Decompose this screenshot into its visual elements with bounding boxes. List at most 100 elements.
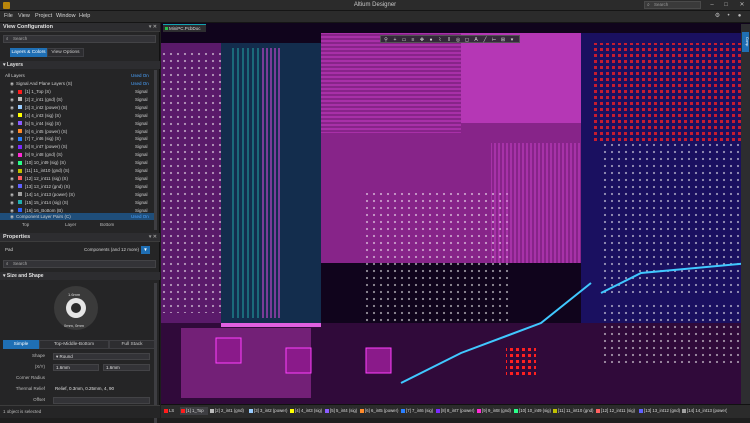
layer-row[interactable]: ◉ [13] 13_int12 (gnd) (S) Signal xyxy=(0,183,157,190)
layer-color-swatch[interactable] xyxy=(18,184,22,189)
layer-color-swatch[interactable] xyxy=(18,144,22,149)
panel-menu-icon[interactable]: ▾ ✕ xyxy=(149,23,157,32)
eye-icon[interactable]: ◉ xyxy=(10,192,14,197)
layer-tab[interactable]: [3] 3_int2 (power) xyxy=(248,407,288,415)
properties-search[interactable]: ⌕ Search xyxy=(3,260,156,268)
gear-icon[interactable]: ⚙ xyxy=(714,13,721,20)
minimize-button[interactable]: – xyxy=(706,0,718,10)
layer-row[interactable]: ◉ [6] 6_int5 (power) (S) Signal xyxy=(0,128,157,135)
bell-icon[interactable]: • xyxy=(725,13,732,20)
layer-row[interactable]: ◉ [8] 8_int7 (power) (S) Signal xyxy=(0,143,157,150)
layer-tab[interactable]: [7] 7_int6 (sig) xyxy=(400,407,434,415)
layer-row[interactable]: ◉ [14] 14_int13 (power) (S) Signal xyxy=(0,191,157,198)
menu-file[interactable]: File xyxy=(4,13,13,19)
panel-menu-icon[interactable]: ▾ ✕ xyxy=(149,233,157,242)
eye-icon[interactable]: ◉ xyxy=(10,208,14,213)
layer-color-swatch[interactable] xyxy=(18,160,22,165)
view-config-search[interactable]: ⌕ Search xyxy=(3,35,156,43)
layer-color-swatch[interactable] xyxy=(18,192,22,197)
eye-icon[interactable]: ◉ xyxy=(10,121,14,126)
close-button[interactable]: ✕ xyxy=(736,0,748,10)
select-icon[interactable]: ▭ xyxy=(401,37,407,43)
layer-tab[interactable]: [5] 5_int4 (sig) xyxy=(324,407,358,415)
all-layers-used[interactable]: Used On xyxy=(131,72,149,79)
properties-scrollbar[interactable] xyxy=(154,283,157,423)
eye-icon[interactable]: ◉ xyxy=(10,214,14,219)
eye-icon[interactable]: ◉ xyxy=(10,176,14,181)
shape-select[interactable]: ▾ Round xyxy=(53,352,150,360)
eye-icon[interactable]: ◉ xyxy=(10,113,14,118)
layer-tab[interactable]: LS xyxy=(163,407,179,415)
pad-icon[interactable]: ● xyxy=(428,37,434,43)
component-pairs-row[interactable]: ◉ Component Layer Pairs (C) Used On xyxy=(0,213,157,220)
layer-color-swatch[interactable] xyxy=(18,121,22,126)
more-icon[interactable]: ▾ xyxy=(509,37,515,43)
line-icon[interactable]: ╱ xyxy=(482,37,488,43)
pcb-canvas[interactable] xyxy=(161,23,750,418)
maximize-button[interactable]: □ xyxy=(720,0,732,10)
layer-tab[interactable]: [9] 9_int8 (gnd) xyxy=(476,407,512,415)
layer-color-swatch[interactable] xyxy=(18,89,22,94)
layer-row[interactable]: ◉ [4] 4_int3 (sig) (S) Signal xyxy=(0,112,157,119)
layer-tab[interactable]: [12] 12_int11 (sig) xyxy=(595,407,637,415)
layer-row[interactable]: ◉ [12] 12_int11 (sig) (S) Signal xyxy=(0,175,157,182)
eye-icon[interactable]: ◉ xyxy=(10,97,14,102)
layer-tab[interactable]: [10] 10_int9 (sig) xyxy=(513,407,551,415)
via-icon[interactable]: ◎ xyxy=(455,37,461,43)
layer-color-swatch[interactable] xyxy=(18,176,22,181)
y-size-input[interactable]: 1.6mm xyxy=(103,363,150,371)
menu-window[interactable]: Window xyxy=(56,13,76,19)
tab-full-stack[interactable]: Full Stack xyxy=(109,340,155,349)
layer-color-swatch[interactable] xyxy=(18,152,22,157)
component-pairs-used[interactable]: Used On xyxy=(131,213,149,220)
eye-icon[interactable]: ◉ xyxy=(10,105,14,110)
layer-tab[interactable]: [13] 13_int12 (gnd) xyxy=(638,407,680,415)
thermal-relief-value[interactable]: Relief, 0.3mm, 0.25mm, 4, 90 xyxy=(53,386,150,393)
eye-icon[interactable]: ◉ xyxy=(10,81,14,86)
keepout-icon[interactable]: ◻ xyxy=(464,37,470,43)
dimension-icon[interactable]: ⊢ xyxy=(491,37,497,43)
signal-group-row[interactable]: ◉ Signal And Plane Layers (S) Used On xyxy=(0,80,157,87)
layer-tab[interactable]: [11] 11_int10 (gnd) xyxy=(552,407,594,415)
align-icon[interactable]: ≡ xyxy=(410,37,416,43)
eye-icon[interactable]: ◉ xyxy=(10,129,14,134)
diff-pair-icon[interactable]: ‖ xyxy=(446,37,452,43)
layer-row[interactable]: ◉ [9] 9_int8 (gnd) (S) Signal xyxy=(0,151,157,158)
tab-view-options[interactable]: View Options xyxy=(47,48,84,57)
layer-row[interactable]: ◉ [1] 1_Top (S) Signal xyxy=(0,88,157,95)
menu-project[interactable]: Project xyxy=(35,13,52,19)
document-tab[interactable]: MiniPC.PcbDoc xyxy=(163,24,206,32)
layer-tab[interactable]: [8] 8_int7 (power) xyxy=(435,407,475,415)
layer-color-swatch[interactable] xyxy=(18,113,22,118)
add-icon[interactable]: + xyxy=(392,37,398,43)
route-icon[interactable]: ⌇ xyxy=(437,37,443,43)
layer-row[interactable]: ◉ [7] 7_int6 (sig) (S) Signal xyxy=(0,135,157,142)
layer-color-swatch[interactable] xyxy=(18,97,22,102)
signal-group-used[interactable]: Used On xyxy=(131,80,149,87)
layer-tab[interactable]: [1] 1_Top xyxy=(180,407,208,415)
all-layers-row[interactable]: All Layers Used On xyxy=(0,72,157,79)
component-icon[interactable]: ⊞ xyxy=(500,37,506,43)
eye-icon[interactable]: ◉ xyxy=(10,184,14,189)
layer-color-swatch[interactable] xyxy=(18,168,22,173)
layers-section-header[interactable]: ▾ Layers xyxy=(0,61,160,69)
layer-color-swatch[interactable] xyxy=(18,200,22,205)
layer-row[interactable]: ◉ [2] 2_int1 (gnd) (S) Signal xyxy=(0,96,157,103)
layer-row[interactable]: ◉ [5] 5_int4 (sig) (S) Signal xyxy=(0,120,157,127)
eye-icon[interactable]: ◉ xyxy=(10,136,14,141)
layer-color-swatch[interactable] xyxy=(18,105,22,110)
layer-color-swatch[interactable] xyxy=(18,129,22,133)
x-size-input[interactable]: 1.6mm xyxy=(53,363,99,371)
layer-row[interactable]: ◉ [10] 10_int9 (sig) (S) Signal xyxy=(0,159,157,166)
components-panel-tab[interactable]: Comp xyxy=(742,32,749,52)
filter-icon[interactable]: ⚲ xyxy=(383,37,389,43)
offset-input[interactable] xyxy=(53,396,150,404)
layers-scrollbar[interactable] xyxy=(154,70,157,230)
filter-icon[interactable]: ▼ xyxy=(141,246,150,254)
eye-icon[interactable]: ◉ xyxy=(10,160,14,165)
text-icon[interactable]: A xyxy=(473,37,479,43)
size-shape-header[interactable]: ▾ Size and Shape xyxy=(0,272,160,280)
layer-row[interactable]: ◉ [15] 15_int14 (sig) (S) Signal xyxy=(0,199,157,206)
tab-simple[interactable]: Simple xyxy=(3,340,39,349)
layer-tab[interactable]: [14] 14_int13 (power) xyxy=(681,407,727,415)
